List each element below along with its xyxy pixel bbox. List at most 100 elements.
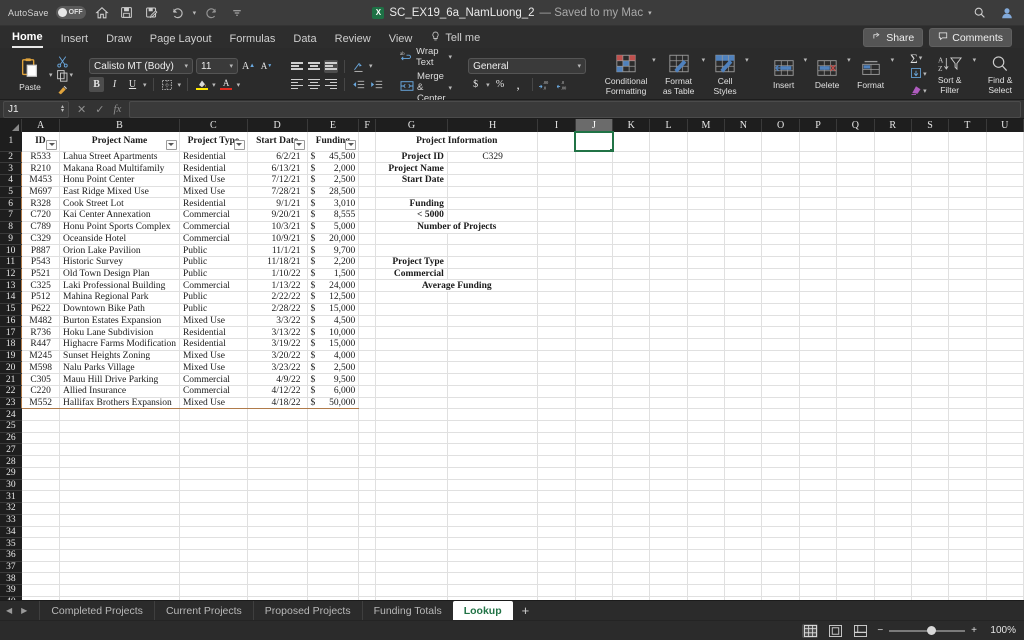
column-header-d[interactable]: D <box>247 119 308 132</box>
cell-P16[interactable] <box>799 315 838 328</box>
cell-S39[interactable] <box>911 584 950 597</box>
cell-C27[interactable] <box>179 443 248 457</box>
insert-function-icon[interactable]: fx <box>113 103 121 115</box>
cell-H39[interactable] <box>447 584 539 597</box>
cell-C25[interactable] <box>179 420 248 433</box>
cell-B25[interactable] <box>59 420 180 433</box>
cell-D33[interactable] <box>247 514 308 527</box>
currency-chevron-down-icon[interactable]: ▾ <box>486 81 490 89</box>
cell-P23[interactable] <box>799 397 838 410</box>
cell-F31[interactable] <box>358 490 377 504</box>
cell-N11[interactable] <box>724 256 763 269</box>
cell-K39[interactable] <box>612 584 651 597</box>
cell-M39[interactable] <box>687 584 726 597</box>
cell-M33[interactable] <box>687 514 726 527</box>
cell-K8[interactable] <box>612 221 651 234</box>
cell-I26[interactable] <box>537 432 576 445</box>
cell-A30[interactable] <box>21 479 61 492</box>
cell-Q38[interactable] <box>836 572 875 586</box>
tab-page-layout[interactable]: Page Layout <box>150 33 212 48</box>
cell-O35[interactable] <box>761 537 800 550</box>
cell-I39[interactable] <box>537 584 576 597</box>
table-row[interactable]: M697 <box>21 186 61 199</box>
cell-E25[interactable] <box>307 420 360 433</box>
cell-R28[interactable] <box>874 455 912 468</box>
table-row[interactable]: 9/1/21 <box>247 197 308 211</box>
increase-decimal-icon[interactable]: .0.00 <box>557 77 572 92</box>
table-row[interactable]: P512 <box>21 291 61 304</box>
cell-N17[interactable] <box>724 326 763 339</box>
name-box[interactable]: J1 ▴ ▾ <box>3 100 69 118</box>
cell-R8[interactable] <box>874 221 912 234</box>
cell-U7[interactable] <box>986 209 1024 222</box>
cell-K23[interactable] <box>612 397 651 410</box>
panel-label[interactable]: Commercial <box>375 268 448 281</box>
cell-J25[interactable] <box>575 420 614 433</box>
cell-N19[interactable] <box>724 350 763 363</box>
cell-H40[interactable] <box>447 596 539 600</box>
cell-C28[interactable] <box>179 455 248 468</box>
cell-J35[interactable] <box>575 537 614 550</box>
cell-P39[interactable] <box>799 584 838 597</box>
comments-button[interactable]: Comments <box>929 28 1012 47</box>
cell-U38[interactable] <box>986 572 1024 586</box>
cell-J40[interactable] <box>575 596 614 600</box>
table-row[interactable]: 9/20/21 <box>247 209 308 222</box>
cell-Q7[interactable] <box>836 209 875 222</box>
borders-icon[interactable] <box>160 77 175 92</box>
cell-O39[interactable] <box>761 584 800 597</box>
cell-J32[interactable] <box>575 502 614 515</box>
cell-P17[interactable] <box>799 326 838 339</box>
cell-B30[interactable] <box>59 479 180 492</box>
cell-styles-button[interactable]: Cell Styles <box>707 54 743 97</box>
panel-label[interactable]: Project ID <box>375 151 448 164</box>
filter-dropdown-icon[interactable] <box>345 139 357 150</box>
panel-label[interactable] <box>375 233 448 246</box>
panel-label[interactable] <box>375 186 448 199</box>
table-row[interactable]: Highacre Farms Modification <box>59 338 180 351</box>
sheet-tab-lookup[interactable]: Lookup <box>452 600 513 621</box>
cell-U5[interactable] <box>986 186 1024 199</box>
cell-L25[interactable] <box>649 420 688 433</box>
cell-M36[interactable] <box>687 549 726 562</box>
fat-chevron-down-icon[interactable]: ▾ <box>702 56 706 64</box>
sheet-tab-proposed-projects[interactable]: Proposed Projects <box>252 600 362 621</box>
table-row[interactable]: P521 <box>21 268 61 281</box>
cell-U21[interactable] <box>986 373 1024 386</box>
cell-N23[interactable] <box>724 397 763 410</box>
copy-button[interactable]: ▾ <box>56 69 73 82</box>
cell-J14[interactable] <box>575 291 614 304</box>
cell-R21[interactable] <box>874 373 912 386</box>
tab-home[interactable]: Home <box>12 31 43 48</box>
font-color-chevron-down-icon[interactable]: ▾ <box>237 81 241 89</box>
cell-O13[interactable] <box>761 279 800 293</box>
row-header-6[interactable]: 6 <box>0 197 22 211</box>
cell-F6[interactable] <box>358 197 377 211</box>
cell-J39[interactable] <box>575 584 614 597</box>
cell-I18[interactable] <box>537 338 576 351</box>
cell-K4[interactable] <box>612 174 651 187</box>
cell-T36[interactable] <box>948 549 987 562</box>
row-header-40[interactable]: 40 <box>0 596 22 600</box>
cell-F14[interactable] <box>358 291 377 304</box>
cell-U25[interactable] <box>986 420 1024 433</box>
cell-S30[interactable] <box>911 479 950 492</box>
cell-P2[interactable] <box>799 151 838 164</box>
table-row[interactable]: $6,000 <box>307 385 360 398</box>
wrap-text-button[interactable]: ab Wrap Text ▾ <box>400 46 452 68</box>
table-row[interactable]: Makana Road Multifamily <box>59 162 180 175</box>
cell-F24[interactable] <box>358 408 377 422</box>
cell-F40[interactable] <box>358 596 377 600</box>
delete-cells-button[interactable]: Delete <box>808 59 846 91</box>
cell-E34[interactable] <box>307 526 360 539</box>
panel-value[interactable] <box>447 174 539 187</box>
row-header-36[interactable]: 36 <box>0 549 22 562</box>
cell-L14[interactable] <box>649 291 688 304</box>
cell-T18[interactable] <box>948 338 987 351</box>
cell-Q10[interactable] <box>836 244 875 257</box>
cell-Q11[interactable] <box>836 256 875 269</box>
cell-R35[interactable] <box>874 537 912 550</box>
cell-K14[interactable] <box>612 291 651 304</box>
row-header-1[interactable]: 1 <box>0 132 22 152</box>
table-row[interactable]: Commercial <box>179 221 248 234</box>
